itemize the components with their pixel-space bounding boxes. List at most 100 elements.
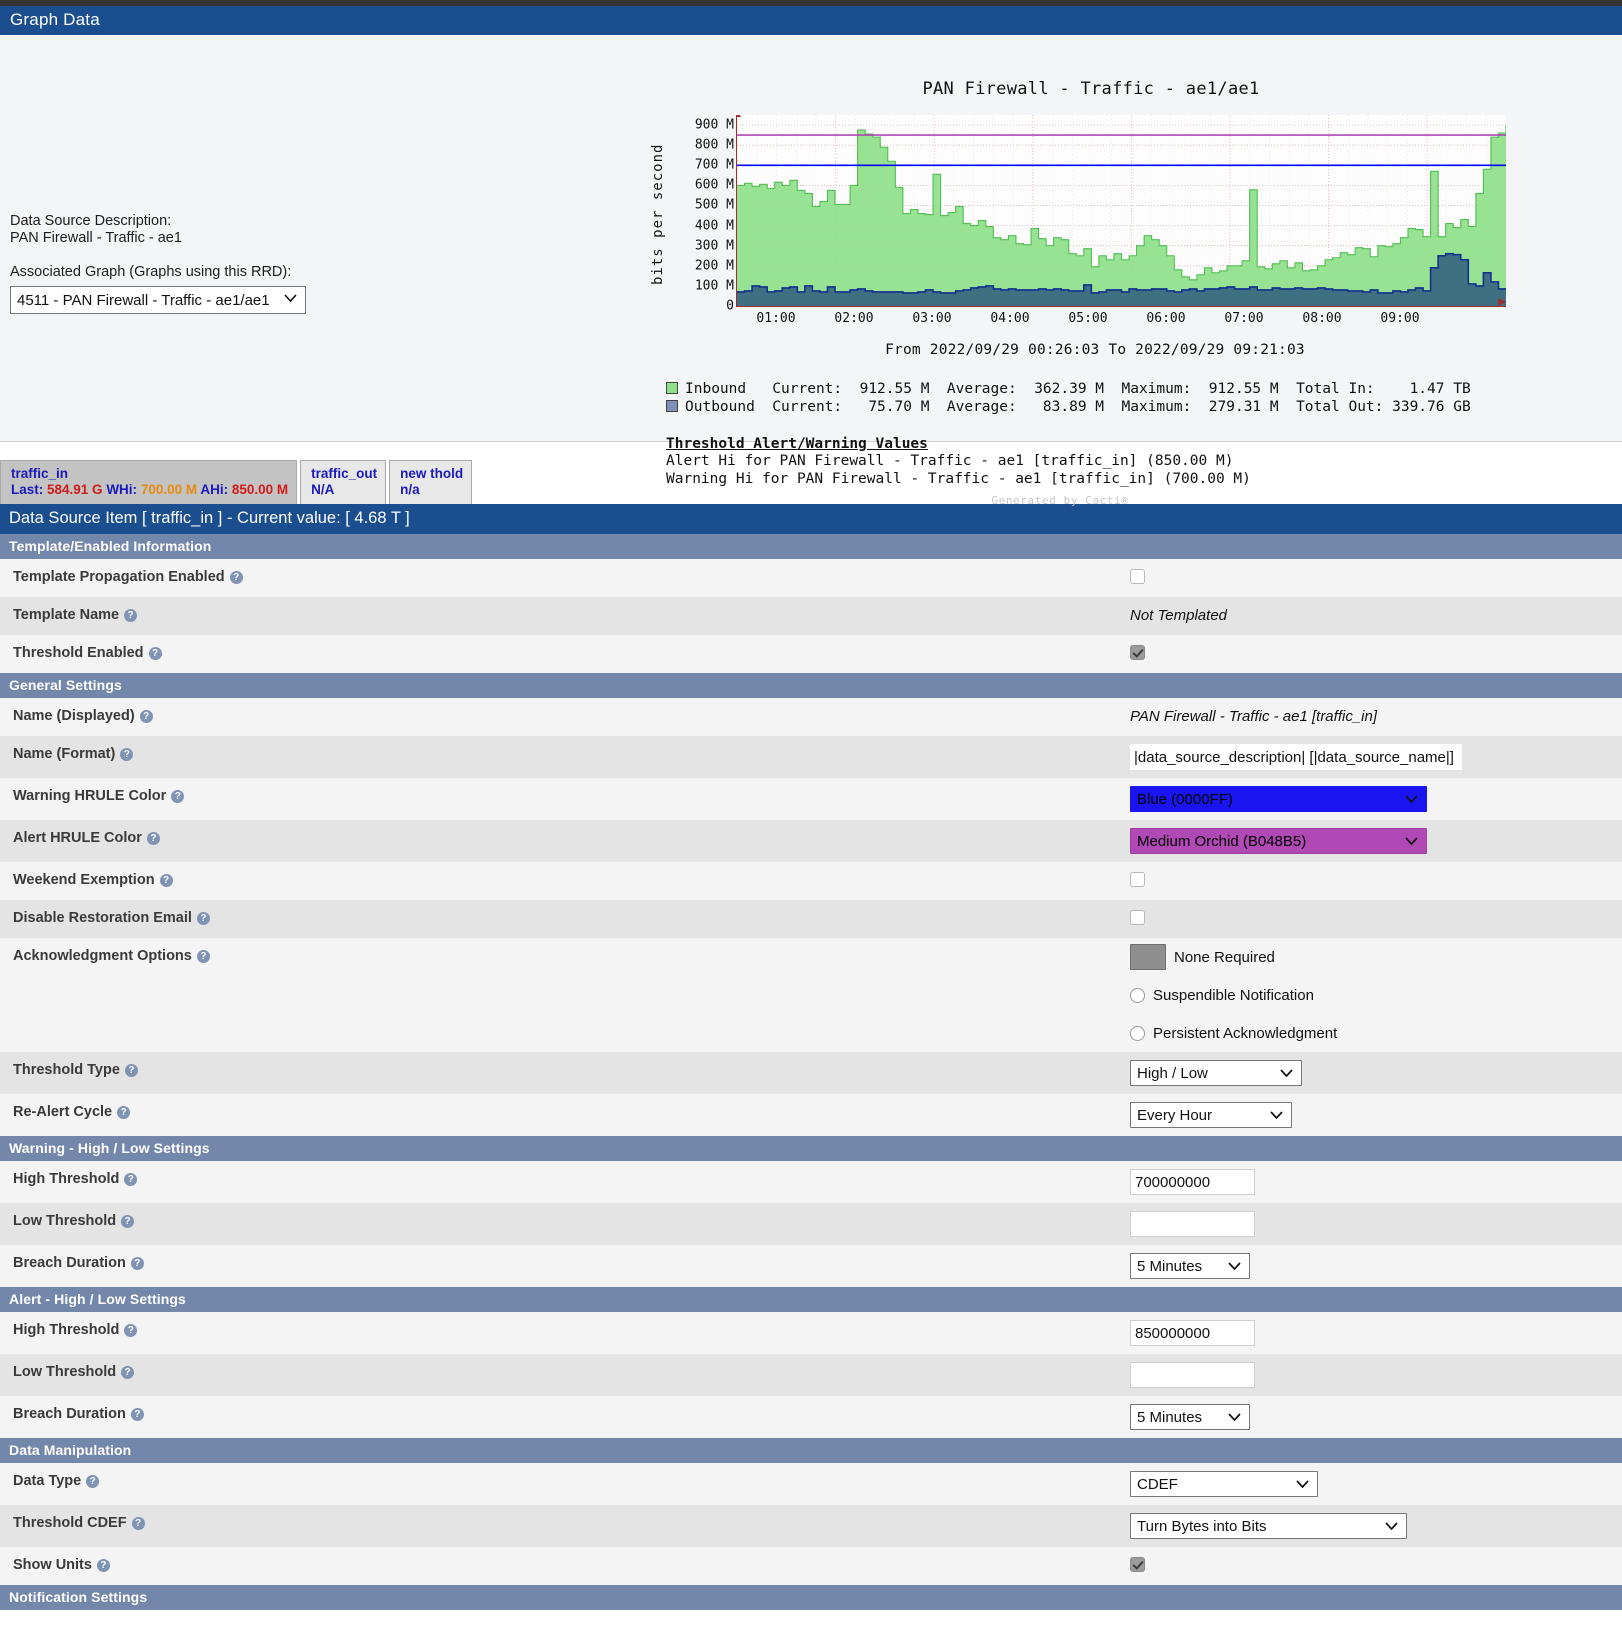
name-format-input[interactable] [1130,744,1462,770]
help-icon[interactable]: ? [96,1559,110,1572]
help-icon[interactable]: ? [196,950,210,963]
weekend-exemption-checkbox[interactable] [1130,871,1145,887]
template-propagation-enabled-checkbox[interactable] [1130,568,1145,584]
field-label: Threshold Type? [0,1052,1115,1087]
help-icon[interactable]: ? [139,710,153,723]
breach-duration-select[interactable]: 5 Minutes [1130,1404,1250,1430]
help-icon[interactable]: ? [196,912,210,925]
rrd-graph: PAN Firewall - Traffic - ae1/ae1 bits pe… [648,45,1512,507]
high-threshold-input[interactable] [1130,1320,1255,1346]
re-alert-cycle-select[interactable]: Every Hour [1130,1102,1292,1128]
field-label: High Threshold? [0,1312,1115,1347]
threshold-type-select[interactable]: High / Low [1130,1060,1302,1086]
threshold-type-select-wrap[interactable]: High / Low [1130,1060,1302,1086]
field-label: Warning HRULE Color? [0,778,1115,813]
tab-label: traffic_out [311,466,378,481]
ack-option-1-radio[interactable] [1130,987,1145,1003]
form-row: Acknowledgment Options? None Required Susp… [0,938,1622,1052]
tab-new-thold[interactable]: new thold n/a [389,460,473,504]
help-icon[interactable]: ? [130,1257,144,1270]
radio-option[interactable]: Suspendible Notification [1130,976,1622,1014]
x-tick-label: 02:00 [834,311,874,326]
field-label-text: High Threshold [13,1322,120,1338]
associated-graph-select-wrap[interactable]: 4511 - PAN Firewall - Traffic - ae1/ae1 [10,281,306,314]
re-alert-cycle-select-wrap[interactable]: Every Hour [1130,1102,1292,1128]
form-row: Re-Alert Cycle? Every Hour [0,1094,1622,1136]
x-tick-label: 06:00 [1146,311,1186,326]
field-label: Breach Duration? [0,1245,1115,1280]
breach-duration-select-wrap[interactable]: 5 Minutes [1130,1404,1250,1430]
field-label-text: Low Threshold [13,1213,117,1229]
alert-hrule-color-select-wrap[interactable]: Medium Orchid (B048B5) [1130,828,1427,854]
help-icon[interactable]: ? [121,1366,135,1379]
tab-value: 584.91 G [47,482,107,497]
field-value [1115,1354,1622,1396]
breach-duration-select[interactable]: 5 Minutes [1130,1253,1250,1279]
warning-hrule-color-select[interactable]: Blue (0000FF) [1130,786,1427,812]
field-label: Threshold Enabled? [0,635,1115,670]
field-label: Name (Format)? [0,736,1115,771]
tab-value: WHi: [106,482,141,497]
tab-sublabel: N/A [311,482,335,497]
disable-restoration-email-checkbox[interactable] [1130,909,1145,925]
graph-legend: Inbound Current: 912.55 M Average: 362.3… [666,380,1512,416]
field-value [1115,1203,1622,1245]
help-icon[interactable]: ? [120,748,134,761]
help-icon[interactable]: ? [146,832,160,845]
associated-graph-select[interactable]: 4511 - PAN Firewall - Traffic - ae1/ae1 [10,286,306,314]
warning-hrule-color-select-wrap[interactable]: Blue (0000FF) [1130,786,1427,812]
data-type-select-wrap[interactable]: CDEF [1130,1471,1318,1497]
tab-traffic_in[interactable]: traffic_in Last: 584.91 G WHi: 700.00 M A… [0,460,298,504]
ack-option-2-radio[interactable] [1130,1025,1145,1041]
section-header: Template/Enabled Information [0,534,1622,559]
field-label-text: Threshold CDEF [13,1515,127,1531]
graph-plot-area: bits per second 900 M 800 M 700 M 600 M 500 … [648,107,1512,326]
help-icon[interactable]: ? [117,1106,131,1119]
help-icon[interactable]: ? [124,1324,138,1337]
form-row: Template Propagation Enabled? [0,559,1622,597]
field-label: Disable Restoration Email? [0,900,1115,935]
field-value [1115,1547,1622,1580]
help-icon[interactable]: ? [124,1173,138,1186]
show-units-checkbox[interactable] [1130,1556,1145,1572]
help-icon[interactable]: ? [130,1408,144,1421]
y-tick-label: 500 M [694,197,734,213]
low-threshold-input[interactable] [1130,1362,1255,1388]
high-threshold-input[interactable] [1130,1169,1255,1195]
alert-hrule-color-select[interactable]: Medium Orchid (B048B5) [1130,828,1427,854]
data-type-select[interactable]: CDEF [1130,1471,1318,1497]
field-label-text: Show Units [13,1557,92,1573]
tab-value: 700.00 M [140,482,201,497]
help-icon[interactable]: ? [148,647,162,660]
low-threshold-input[interactable] [1130,1211,1255,1237]
field-value: Medium Orchid (B048B5) [1115,820,1622,862]
help-icon[interactable]: ? [229,571,243,584]
name-displayed-value: PAN Firewall - Traffic - ae1 [traffic_in… [1130,708,1378,725]
field-value: 5 Minutes [1115,1396,1622,1438]
cacti-watermark: Generated by Cacti® [991,494,1129,507]
legend-color-swatch [666,382,678,394]
field-label: Template Propagation Enabled? [0,559,1115,594]
help-icon[interactable]: ? [121,1215,135,1228]
threshold-cdef-select-wrap[interactable]: Turn Bytes into Bits [1130,1513,1407,1539]
ack-option-0-radio[interactable] [1130,944,1166,970]
threshold-legend-row: Warning Hi for PAN Firewall - Traffic - … [666,470,1512,488]
breach-duration-select-wrap[interactable]: 5 Minutes [1130,1253,1250,1279]
radio-option[interactable]: Persistent Acknowledgment [1130,1014,1622,1052]
radio-option[interactable]: None Required [1130,938,1622,976]
tab-traffic_out[interactable]: traffic_out N/A [300,460,387,504]
data-source-info: Data Source Description: PAN Firewall - … [10,213,630,314]
help-icon[interactable]: ? [124,1064,138,1077]
threshold-enabled-checkbox[interactable] [1130,644,1145,660]
help-icon[interactable]: ? [159,874,173,887]
x-tick-label: 08:00 [1302,311,1342,326]
section-header: Data Manipulation [0,1438,1622,1463]
help-icon[interactable]: ? [124,609,138,622]
help-icon[interactable]: ? [171,790,185,803]
threshold-cdef-select[interactable]: Turn Bytes into Bits [1130,1513,1407,1539]
help-icon[interactable]: ? [131,1517,145,1530]
form-row: Name (Format)? [0,736,1622,778]
help-icon[interactable]: ? [86,1475,100,1488]
field-value: CDEF [1115,1463,1622,1505]
field-label: Data Type? [0,1463,1115,1498]
